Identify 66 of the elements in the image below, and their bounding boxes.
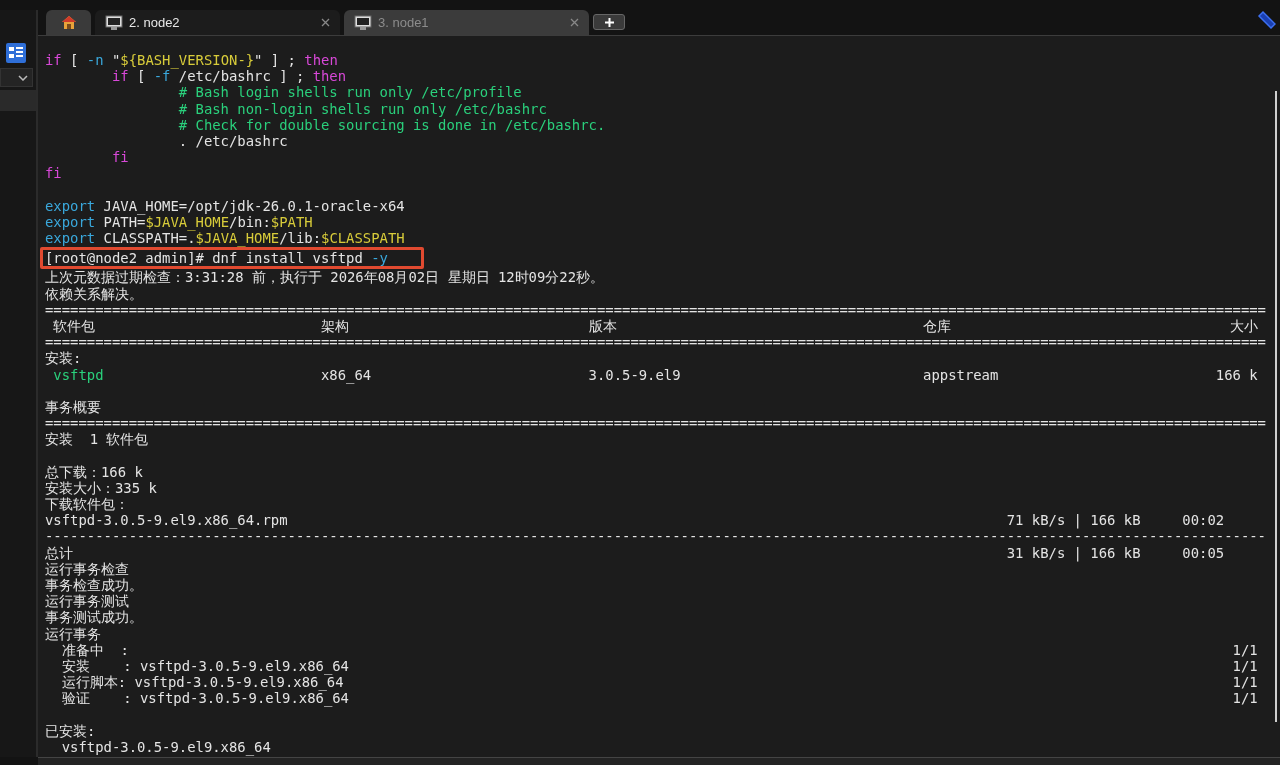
terminal-line: export JAVA_HOME=/opt/jdk-26.0.1-oracle-x64	[45, 197, 405, 214]
close-icon[interactable]	[570, 18, 579, 27]
table-cell: 大小	[1229, 318, 1258, 335]
table-cell-text: vsftpd	[53, 366, 105, 383]
terminal-line: 下载软件包：	[45, 496, 129, 513]
table-cell: 166 k	[1215, 366, 1258, 383]
separator-line: ==================================================================================================================================================	[45, 301, 1266, 318]
terminal-line: 运行事务测试	[45, 593, 129, 610]
step-count: 1/1	[1232, 657, 1258, 675]
terminal-line: 安装大小：335 k	[45, 479, 157, 497]
table-cell-text: appstream	[923, 366, 1000, 383]
step-count: 1/1	[1232, 674, 1258, 691]
terminal-line: 依赖关系解决。	[45, 285, 143, 302]
terminal-line: 运行事务检查	[45, 560, 129, 577]
terminal-line: 准备中 :	[60, 641, 129, 658]
plus-icon	[604, 17, 614, 27]
tab[interactable]: 2. node2	[95, 10, 340, 35]
terminal-line: # Bash non-login shells run only /etc/bashrc	[177, 100, 547, 117]
terminal-line: export CLASSPATH=.$JAVA_HOME/lib:$CLASSPATH	[45, 230, 405, 247]
terminal-line: 验证 : vsftpd-3.0.5-9.el9.x86_64	[60, 690, 349, 707]
terminal-line: # Bash login shells run only /etc/profile	[177, 84, 522, 101]
pencil-icon[interactable]	[1256, 10, 1276, 30]
dropdown-button[interactable]	[0, 68, 33, 87]
table-cell-text: 仓库	[923, 318, 953, 335]
terminal-line: # Check for double sourcing is done in /etc/bashrc.	[177, 116, 606, 133]
separator-line: ==================================================================================================================================================	[45, 334, 1266, 351]
terminal-line: 运行脚本: vsftpd-3.0.5-9.el9.x86_64	[60, 674, 344, 691]
table-cell-text: 架构	[320, 318, 350, 335]
terminal-line: 总计	[45, 544, 73, 561]
terminal-line: . /etc/bashrc	[177, 132, 288, 150]
terminal-line: vsftpd-3.0.5-9.el9.x86_64	[60, 738, 271, 756]
table-cell-text: 软件包	[53, 318, 97, 335]
terminal-line: vsftpd-3.0.5-9.el9.x86_64.rpm	[45, 512, 288, 529]
transfer-stats: 71 kB/s | 166 kB 00:02	[1006, 512, 1225, 529]
terminal-line: 事务测试成功。	[45, 609, 143, 626]
new-tab-button[interactable]	[593, 14, 625, 30]
tab[interactable]	[46, 10, 91, 35]
terminal-line: 安装:	[45, 350, 82, 367]
table-cell-text: 3.0.5-9.el9	[588, 366, 682, 383]
panel-icon[interactable]	[5, 42, 27, 64]
terminal-line: 事务概要	[45, 398, 101, 416]
terminal-line: 运行事务	[45, 625, 101, 642]
terminal-line: fi	[45, 165, 62, 182]
chevron-icon	[18, 74, 28, 81]
terminal-line: 上次元数据过期检查：3:31:28 前，执行于 2026年08月02日 星期日 12时09分22秒。	[45, 269, 605, 286]
step-count: 1/1	[1232, 641, 1258, 658]
close-icon[interactable]	[321, 18, 330, 27]
scrollbar[interactable]	[1275, 91, 1277, 722]
terminal-line: 事务检查成功。	[45, 577, 143, 594]
separator-line: --------------------------------------------------------------------------------------------------------------------------------------------------	[45, 528, 1266, 545]
terminal-line: 安装 1 软件包	[45, 431, 149, 448]
monitor-icon	[105, 14, 123, 31]
terminal-line: if [ -f /etc/bashrc ] ; then	[110, 68, 347, 85]
terminal-line: 总下载：166 k	[45, 463, 143, 480]
table-cell-text: 版本	[588, 318, 618, 335]
highlighted-command: [root@node2 admin]# dnf install vsftpd -y	[40, 247, 425, 270]
terminal-line: 已安装:	[45, 722, 96, 739]
monitor-icon	[354, 14, 372, 31]
house-icon	[60, 15, 77, 30]
step-count: 1/1	[1232, 690, 1258, 707]
terminal-line: fi	[110, 149, 129, 166]
transfer-stats: 31 kB/s | 166 kB 00:05	[1006, 544, 1225, 561]
terminal-line: if [ -n "${BASH_VERSION-}" ] ; then	[45, 52, 338, 69]
table-cell-text: x86_64	[320, 366, 373, 383]
separator-line: ==================================================================================================================================================	[45, 415, 1266, 432]
terminal-line: 安装 : vsftpd-3.0.5-9.el9.x86_64	[60, 657, 349, 675]
